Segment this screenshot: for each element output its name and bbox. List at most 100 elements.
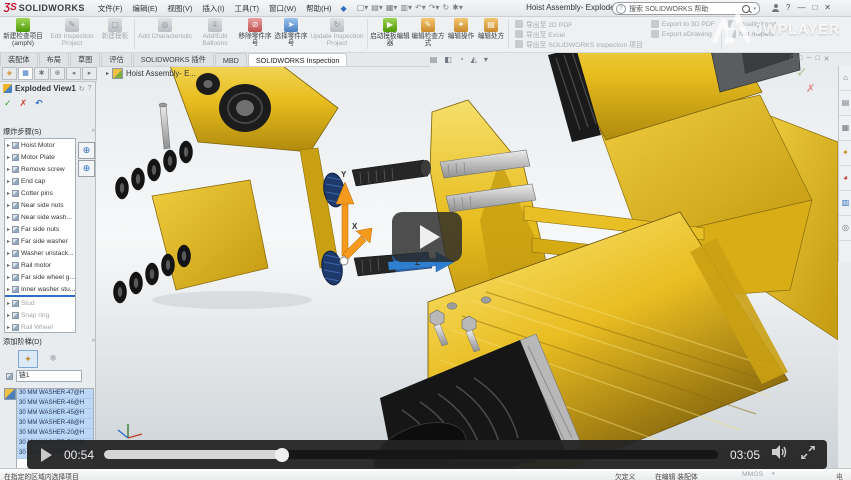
expand-arrow-icon[interactable]: ▸ [7,286,10,293]
explode-step-item[interactable]: ▸Inner washer stu... [5,283,75,295]
doc-window-icon[interactable]: □ [815,55,819,63]
login-user-icon[interactable] [772,4,779,11]
tab-scroll-left-icon[interactable]: ◂ [66,67,81,80]
pack-and-go-icon[interactable]: ◎ [839,216,851,241]
explode-step-item[interactable]: ▸Rail motor [5,259,75,271]
selected-component-row[interactable]: 30 MM WASHER-45@H [17,409,93,419]
search-dropdown-icon[interactable]: ▾ [753,6,756,12]
menu-window[interactable]: 窗口(W) [264,3,301,14]
expand-arrow-icon[interactable]: ▸ [7,250,10,257]
export-edrawing-item[interactable]: Export eDrawing [651,29,715,39]
explode-step-item[interactable]: ▸Hoist Motor [5,139,75,151]
expand-arrow-icon[interactable]: ▸ [7,300,10,307]
explode-step-item[interactable]: ▸End cap [5,175,75,187]
expand-arrow-icon[interactable]: ▸ [106,70,109,77]
explode-steps-section-header[interactable]: 爆炸步骤(S)^ [0,126,98,138]
view-orientation-icon[interactable]: ◧ [444,55,452,64]
redo-icon[interactable]: ↷▾ [429,4,440,12]
configuration-tab-icon[interactable]: ✱ [34,67,49,80]
save-icon[interactable]: ▦▾ [386,4,398,12]
panel-help-icon[interactable]: ? [88,85,92,92]
explode-step-item[interactable]: ▸Washer unstack... [5,247,75,259]
print-icon[interactable]: ▥▾ [400,4,412,12]
radial-step-button[interactable]: ✱ [44,350,62,366]
new-doc-icon[interactable]: ▢▾ [357,4,369,12]
undo-icon[interactable]: ↶▾ [415,4,426,12]
progress-bar[interactable] [104,450,718,459]
close-icon[interactable]: ✕ [824,3,831,12]
accept-icon[interactable]: ✓ [4,98,12,109]
expand-arrow-icon[interactable]: ▸ [7,226,10,233]
expand-arrow-icon[interactable]: ▸ [7,166,10,173]
explode-step-item-disabled[interactable]: ▸Stud [5,295,75,309]
explode-direction-button[interactable]: ⊕ [78,142,95,159]
view-palette-icon[interactable]: ✦ [839,141,851,166]
volume-icon[interactable] [772,445,789,464]
confirm-cancel-icon[interactable]: ✗ [806,82,815,95]
expand-arrow-icon[interactable]: ▸ [7,178,10,185]
collapse-icon[interactable]: ^ [92,337,95,347]
export-2d-pdf-item[interactable]: 导出至 2D PDF [515,19,643,29]
expand-arrow-icon[interactable]: ▸ [7,262,10,269]
explode-rotate-button[interactable]: ⊕ [78,160,95,177]
menu-file[interactable]: 文件(F) [93,3,128,14]
selected-component-row[interactable]: 30 MM WASHER-48@H [17,419,93,429]
edit-operations-button[interactable]: ✦ 编辑操作 [446,16,476,52]
units-dropdown-icon[interactable]: ▾ [772,471,775,477]
expand-arrow-icon[interactable]: ▸ [7,142,10,149]
explode-step-item-disabled[interactable]: ▸Rail Wheel [5,321,75,333]
doc-minimize-icon[interactable]: □ [790,55,794,63]
appearance-icon[interactable]: ▾ [484,55,488,64]
step-name-field[interactable]: 链1 [16,370,82,382]
expand-arrow-icon[interactable]: ▸ [7,324,10,331]
dimxpert-tab-icon[interactable]: ⊕ [50,67,65,80]
menu-view[interactable]: 视图(V) [162,3,197,14]
edit-dispositions-button[interactable]: ▤ 编辑处方 [476,16,506,52]
flyout-feature-tree[interactable]: ▸ Hoist Assembly- E... [106,68,196,79]
expand-arrow-icon[interactable]: ▸ [7,274,10,281]
explode-step-item-disabled[interactable]: ▸Snap ring [5,309,75,321]
expand-arrow-icon[interactable]: ▸ [7,154,10,161]
menu-tools[interactable]: 工具(T) [229,3,264,14]
explode-step-item[interactable]: ▸Near side nuts [5,199,75,211]
export-excel-item[interactable]: 导出至 Excel [515,29,643,39]
doc-close-icon[interactable]: ✕ [824,55,830,63]
feature-tree-tab-icon[interactable]: ◈ [2,67,17,80]
design-library-icon[interactable]: ▤ [839,91,851,116]
tab-mbd[interactable]: MBD [215,53,247,66]
doc-restore-icon[interactable]: □ [798,55,802,63]
tab-sketch[interactable]: 草图 [70,52,100,66]
add-characteristic-button[interactable]: ◎ Add Characteristic [137,16,193,52]
player-play-icon[interactable] [41,448,52,462]
selected-component-row[interactable]: 30 MM WASHER-46@H [17,399,93,409]
confirm-ok-icon[interactable]: ✓ [796,64,808,81]
file-explorer-icon[interactable]: ▦ [839,116,851,141]
menu-edit[interactable]: 编辑(E) [127,3,162,14]
explode-step-item[interactable]: ▸Far side washer [5,235,75,247]
units-selector[interactable]: MMGS [742,471,763,478]
display-style-icon[interactable]: ◔ [459,55,464,64]
doc-dash-icon[interactable]: ─ [806,55,811,63]
explode-step-item[interactable]: ▸Cotter pins [5,187,75,199]
explode-step-item[interactable]: ▸Far side nuts [5,223,75,235]
new-template-button[interactable]: ▢ 新建模板 [98,16,132,52]
menu-help[interactable]: 帮助(H) [301,3,336,14]
select-balloons-button[interactable]: ➤ 选择零件序号 [273,16,309,52]
selected-component-row[interactable]: 30 MM WASHER-20@H [17,429,93,439]
cancel-icon[interactable]: ✗ [20,98,28,109]
tab-addins[interactable]: SOLIDWORKS 插件 [133,52,214,66]
property-manager-tab-icon[interactable]: ▦ [18,67,33,80]
open-doc-icon[interactable]: ▤▾ [371,4,383,12]
explode-step-item[interactable]: ▸Motor Plate [5,151,75,163]
rebuild-icon[interactable]: ↻ [442,4,449,12]
resources-home-icon[interactable]: ⌂ [839,66,851,91]
play-overlay-button[interactable] [392,212,462,262]
expand-arrow-icon[interactable]: ▸ [7,238,10,245]
expand-arrow-icon[interactable]: ▸ [7,190,10,197]
undo-step-icon[interactable]: ↶ [35,98,43,109]
new-inspection-project-button[interactable]: + 新建检查项目(ampN) [0,16,46,52]
export-inspection-project-item[interactable]: 导出至 SOLIDWORKS Inspection 项目 [515,39,643,49]
restore-icon[interactable]: □ [812,3,817,12]
minimize-icon[interactable]: — [797,3,805,12]
explode-step-item[interactable]: ▸Near side wash... [5,211,75,223]
